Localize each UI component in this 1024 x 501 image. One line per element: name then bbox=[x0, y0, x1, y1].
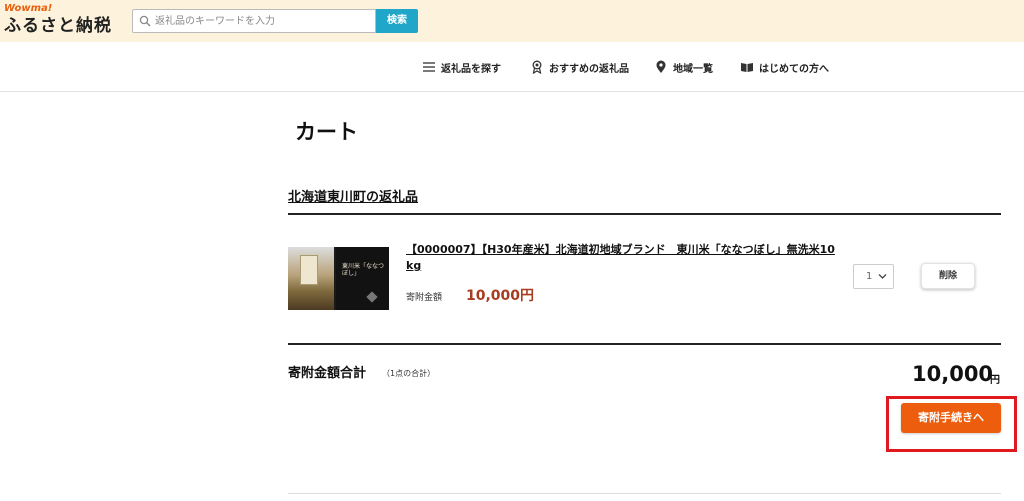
price-label: 寄附金額 bbox=[406, 293, 443, 303]
menu-icon bbox=[423, 62, 435, 72]
map-pin-icon bbox=[656, 60, 666, 73]
logo-brand: Wowma! bbox=[4, 3, 53, 14]
nav-item-beginners[interactable]: はじめての方へ bbox=[740, 59, 829, 75]
item-price: 10,000円 bbox=[466, 288, 535, 304]
nav-label: 返礼品を探す bbox=[441, 63, 501, 75]
bottom-divider bbox=[288, 493, 1001, 494]
site-logo[interactable]: Wowma! ふるさと納税 bbox=[4, 3, 112, 37]
total-currency: 円 bbox=[990, 375, 1000, 386]
delete-button[interactable]: 削除 bbox=[921, 263, 975, 289]
logo-title: ふるさと納税 bbox=[4, 16, 112, 36]
main-nav: 返礼品を探す おすすめの返礼品 地域一覧 はじめての方へ bbox=[0, 42, 1024, 92]
section-divider bbox=[288, 213, 1001, 215]
nav-item-search-gifts[interactable]: 返礼品を探す bbox=[422, 59, 501, 75]
header-bar: Wowma! ふるさと納税 検索 bbox=[0, 0, 1024, 42]
search-box bbox=[132, 9, 376, 33]
nav-label: 地域一覧 bbox=[673, 63, 713, 75]
book-icon bbox=[741, 63, 753, 72]
nav-item-regions[interactable]: 地域一覧 bbox=[654, 59, 713, 75]
nav-item-recommended[interactable]: おすすめの返礼品 bbox=[530, 59, 629, 75]
page-title: カート bbox=[295, 120, 358, 144]
total-item-count: （1点の合計） bbox=[382, 369, 436, 378]
product-thumbnail[interactable]: 東川米「ななつぼし」 bbox=[288, 247, 389, 310]
total-amount: 10,000 bbox=[912, 362, 994, 386]
rice-bag-image bbox=[300, 255, 318, 285]
thumbnail-text: 東川米「ななつぼし」 bbox=[342, 263, 385, 277]
municipality-title[interactable]: 北海道東川町の返礼品 bbox=[288, 186, 418, 205]
award-icon bbox=[532, 60, 542, 74]
search-button[interactable]: 検索 bbox=[376, 9, 418, 33]
thumbnail-dark-panel bbox=[336, 247, 389, 310]
quantity-select[interactable]: 1 bbox=[853, 264, 894, 289]
quantity-value: 1 bbox=[866, 271, 873, 282]
chevron-down-icon bbox=[878, 274, 887, 279]
proceed-to-donation-button[interactable]: 寄附手続きへ bbox=[901, 403, 1001, 433]
product-name-link[interactable]: 【0000007】【H30年産米】北海道初地域ブランド 東川米「ななつぼし」無洗… bbox=[406, 242, 842, 274]
nav-label: おすすめの返礼品 bbox=[549, 63, 629, 75]
nav-label: はじめての方へ bbox=[759, 63, 829, 75]
total-divider bbox=[288, 343, 1001, 345]
total-label: 寄附金額合計 bbox=[288, 366, 367, 381]
search-input[interactable] bbox=[155, 10, 373, 32]
search-icon bbox=[139, 15, 151, 27]
